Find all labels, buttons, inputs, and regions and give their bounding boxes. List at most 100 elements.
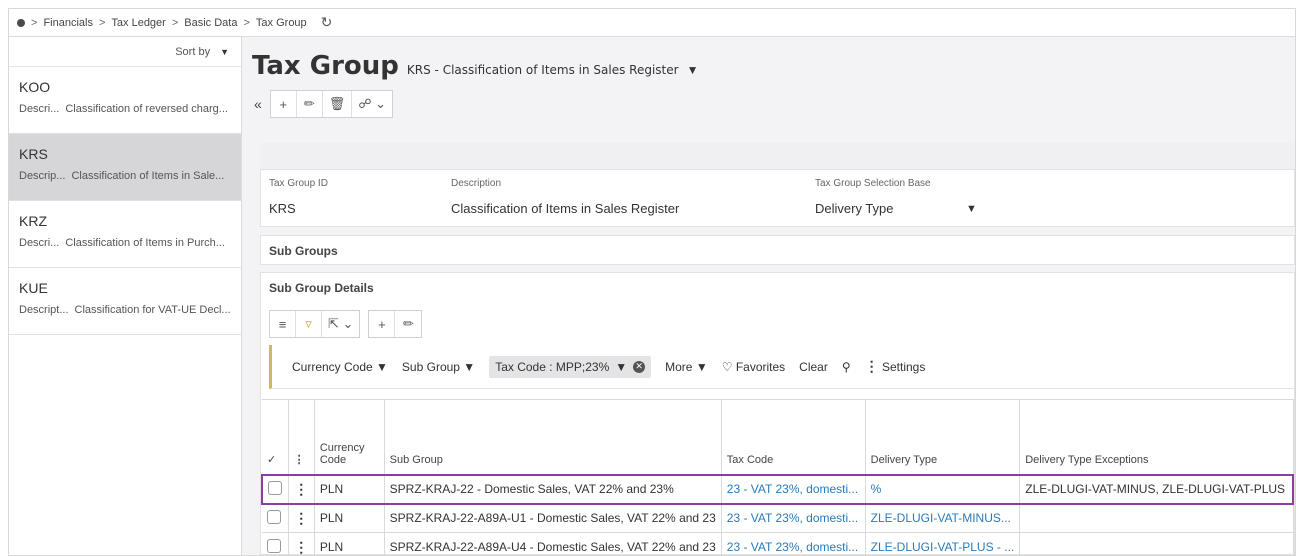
record-selector-caret-icon[interactable]: ▼ xyxy=(687,63,699,77)
clear-button[interactable]: Clear xyxy=(799,360,828,374)
breadcrumb-financials[interactable]: Financials xyxy=(43,17,93,29)
export-menu-button[interactable]: ⇱ ⌄ xyxy=(322,311,359,337)
row-checkbox[interactable] xyxy=(267,538,281,553)
sub-group-details-table: ✓ ⋮ Currency Code Sub Group Tax Code Del… xyxy=(260,399,1295,555)
filter-currency-code[interactable]: Currency Code ▼ xyxy=(292,360,388,374)
filter-chip-tax-code[interactable]: Tax Code : MPP;23% ▼ ✕ xyxy=(489,355,652,378)
filter-currency-code-label: Currency Code xyxy=(292,359,373,374)
cell-tax-code-link[interactable]: 23 - VAT 23%, domesti... xyxy=(721,473,866,505)
chevron-right-icon: > xyxy=(171,16,179,29)
app-frame: > Financials > Tax Ledger > Basic Data >… xyxy=(8,8,1296,556)
sidebar-item-desc-label: Descri... xyxy=(19,103,60,115)
grid-record-actions: + ✏ xyxy=(368,310,423,338)
filter-sub-group[interactable]: Sub Group ▼ xyxy=(402,360,475,374)
breadcrumb-tax-ledger[interactable]: Tax Ledger xyxy=(111,17,165,29)
clear-filter-icon[interactable]: ✕ xyxy=(633,360,646,373)
cell-delivery-type-exceptions xyxy=(1019,532,1294,555)
tax-group-fields: Tax Group ID KRS Description Classificat… xyxy=(260,169,1295,227)
cell-delivery-type-link[interactable]: ZLE-DLUGI-VAT-MINUS... xyxy=(865,503,1021,533)
cell-sub-group: SPRZ-KRAJ-22-A89A-U4 - Domestic Sales, V… xyxy=(384,532,722,555)
refresh-icon[interactable]: ↻ xyxy=(321,14,333,31)
selection-base-value[interactable]: Delivery Type xyxy=(815,201,894,216)
nav-dot-icon[interactable] xyxy=(17,18,25,27)
column-delivery-type-exceptions[interactable]: Delivery Type Exceptions xyxy=(1019,399,1294,475)
add-row-button[interactable]: + xyxy=(369,311,396,337)
attachments-menu-button[interactable]: ☍ ⌄ xyxy=(352,91,392,117)
favorites-button[interactable]: ♡ Favorites xyxy=(722,360,785,374)
record-subtitle: KRS - Classification of Items in Sales R… xyxy=(406,63,679,77)
cell-currency-code: PLN xyxy=(314,532,385,555)
filter-chip-label: Tax Code : MPP;23% xyxy=(495,359,610,374)
sidebar-item-krz[interactable]: KRZ Descri... Classification of Items in … xyxy=(9,201,241,268)
search-icon[interactable]: ⚲ xyxy=(842,360,851,374)
column-menu-icon[interactable]: ⋮ xyxy=(288,399,315,475)
form-header-strip xyxy=(260,143,1295,169)
column-tax-code[interactable]: Tax Code xyxy=(721,399,866,475)
row-menu-icon[interactable]: ⋮ xyxy=(288,532,315,555)
sidebar-item-desc-text: Classification for VAT-UE Decl... xyxy=(74,304,231,316)
cell-currency-code: PLN xyxy=(314,473,385,505)
sub-group-details-section: Sub Group Details ≡ ▿ ⇱ ⌄ + ✏ Currency C… xyxy=(260,272,1295,555)
cell-delivery-type-link[interactable]: % xyxy=(865,473,1021,505)
table-row[interactable]: ⋮ PLN SPRZ-KRAJ-22-A89A-U4 - Domestic Sa… xyxy=(262,532,1294,555)
sidebar-item-desc: Descript... Classification for VAT-UE Dec… xyxy=(19,304,231,316)
filter-icon[interactable]: ▿ xyxy=(296,311,322,337)
sort-by-label: Sort by xyxy=(175,45,211,58)
cell-currency-code: PLN xyxy=(314,503,385,533)
description-value: Classification of Items in Sales Registe… xyxy=(451,201,680,216)
column-sub-group[interactable]: Sub Group xyxy=(384,399,722,475)
caret-down-icon: ▼ xyxy=(615,359,628,374)
cell-delivery-type-link[interactable]: ZLE-DLUGI-VAT-PLUS - ... xyxy=(865,532,1021,555)
sidebar-item-code: KOO xyxy=(19,79,51,95)
filter-sub-group-label: Sub Group xyxy=(401,359,460,374)
sidebar-item-krs[interactable]: KRS Descrip... Classification of Items in… xyxy=(9,134,241,201)
sidebar-item-desc: Descri... Classification of reversed char… xyxy=(19,103,231,115)
sort-by-control[interactable]: Sort by ▼ xyxy=(9,37,241,67)
breadcrumb-basic-data[interactable]: Basic Data xyxy=(184,17,237,29)
record-list-sidebar: Sort by ▼ KOO Descri... Classification of… xyxy=(9,37,242,555)
selection-base-label: Tax Group Selection Base xyxy=(815,178,931,189)
cell-tax-code-link[interactable]: 23 - VAT 23%, domesti... xyxy=(721,503,866,533)
more-vertical-icon: ⋮ xyxy=(864,358,879,374)
sidebar-item-koo[interactable]: KOO Descri... Classification of reversed … xyxy=(9,67,241,134)
sub-groups-section[interactable]: Sub Groups xyxy=(260,235,1295,265)
cell-sub-group: SPRZ-KRAJ-22 - Domestic Sales, VAT 22% a… xyxy=(384,473,722,505)
edit-row-button[interactable]: ✏ xyxy=(395,311,421,337)
filter-bar: Currency Code ▼ Sub Group ▼ Tax Code : M… xyxy=(269,345,1294,389)
cell-tax-code-link[interactable]: 23 - VAT 23%, domesti... xyxy=(721,532,866,555)
caret-down-icon[interactable]: ▼ xyxy=(966,203,977,215)
settings-label: Settings xyxy=(882,360,926,374)
sidebar-item-desc-label: Descri... xyxy=(19,237,60,249)
chevron-right-icon: > xyxy=(243,16,250,29)
breadcrumb-tax-group: Tax Group xyxy=(255,16,307,29)
table-row[interactable]: ⋮ PLN SPRZ-KRAJ-22 - Domestic Sales, VAT… xyxy=(260,473,1295,505)
sidebar-item-desc: Descrip... Classification of Items in Sal… xyxy=(19,170,231,182)
sidebar-item-kue[interactable]: KUE Descript... Classification for VAT-UE… xyxy=(9,268,241,335)
cell-delivery-type-exceptions xyxy=(1019,503,1294,533)
tax-group-id-value: KRS xyxy=(269,201,296,216)
column-delivery-type[interactable]: Delivery Type xyxy=(865,399,1021,475)
row-checkbox[interactable] xyxy=(268,480,282,495)
sidebar-item-desc-label: Descript... xyxy=(19,304,69,316)
grid-view-actions: ≡ ▿ ⇱ ⌄ xyxy=(269,310,361,338)
sidebar-item-desc: Descri... Classification of Items in Purc… xyxy=(19,237,231,249)
section-title: Sub Group Details xyxy=(269,281,374,295)
sidebar-item-desc-text: Classification of Items in Sale... xyxy=(71,170,225,182)
page-header: Tax Group KRS - Classification of Items … xyxy=(252,51,698,81)
details-view-icon[interactable]: ≡ xyxy=(270,311,296,337)
sidebar-item-code: KRZ xyxy=(19,213,47,229)
select-all-checkbox[interactable]: ✓ xyxy=(262,399,289,475)
settings-button[interactable]: ⋮ Settings xyxy=(865,358,926,375)
row-menu-icon[interactable]: ⋮ xyxy=(288,503,315,533)
add-button[interactable]: + xyxy=(271,91,297,117)
edit-button[interactable]: ✏ xyxy=(297,91,323,117)
row-menu-icon[interactable]: ⋮ xyxy=(288,473,315,505)
cell-sub-group: SPRZ-KRAJ-22-A89A-U1 - Domestic Sales, V… xyxy=(384,503,722,533)
sidebar-item-desc-text: Classification of reversed charg... xyxy=(65,103,228,115)
collapse-sidebar-icon[interactable]: « xyxy=(252,96,264,112)
column-currency-code[interactable]: Currency Code xyxy=(314,399,385,475)
table-row[interactable]: ⋮ PLN SPRZ-KRAJ-22-A89A-U1 - Domestic Sa… xyxy=(262,503,1294,533)
row-checkbox[interactable] xyxy=(267,509,281,524)
filter-more[interactable]: More ▼ xyxy=(665,360,708,374)
delete-button[interactable]: 🗑 xyxy=(323,91,353,117)
